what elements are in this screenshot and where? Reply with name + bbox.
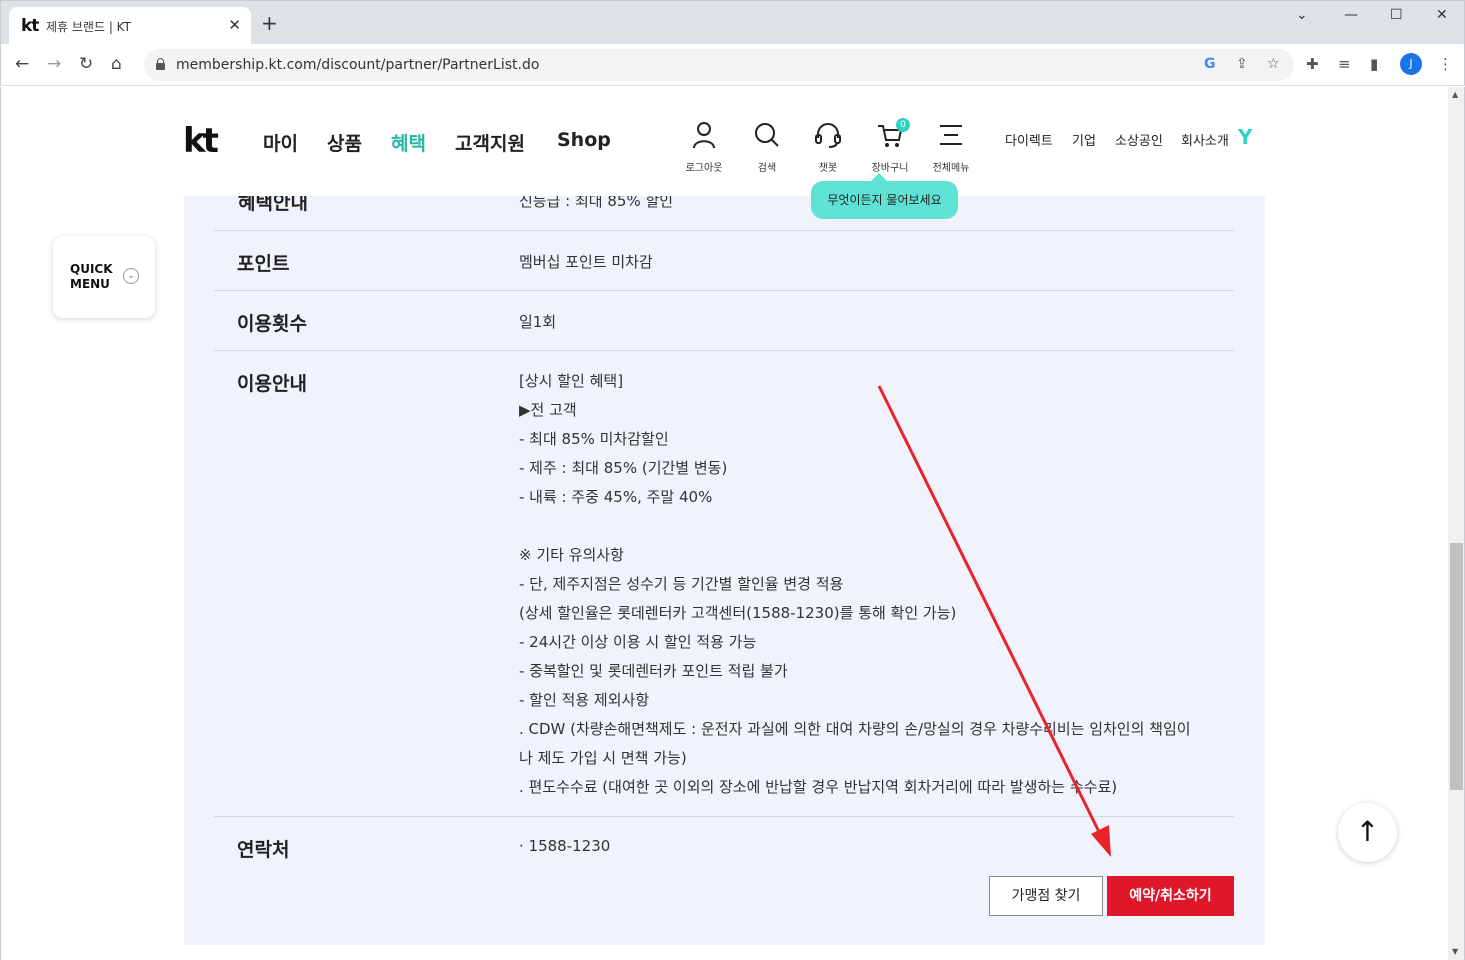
- row-label: 포인트: [237, 253, 290, 275]
- media-icon[interactable]: ≡: [1338, 55, 1351, 73]
- tab-title: 제휴 브랜드 | KT: [46, 20, 131, 34]
- scroll-to-top-button[interactable]: ↑: [1338, 803, 1397, 862]
- usage-guide-line: ▶전 고객: [519, 401, 577, 419]
- util-label: 로그아웃: [685, 163, 723, 174]
- lock-icon: [156, 58, 165, 70]
- link-small-business[interactable]: 소상공인: [1115, 130, 1163, 149]
- detail-row-contact: 연락처 · 1588-1230: [214, 816, 1234, 876]
- nav-my[interactable]: 마이: [263, 129, 298, 156]
- y-brand-logo[interactable]: Y: [1238, 125, 1252, 149]
- person-icon: [693, 122, 715, 149]
- browser-tab[interactable]: kt 제휴 브랜드 | KT ✕: [9, 7, 251, 45]
- close-window-icon[interactable]: ✕: [1436, 7, 1448, 23]
- detail-row-point: 포인트 멤버십 포인트 미차감: [214, 230, 1234, 290]
- row-label: 이용횟수: [237, 313, 307, 335]
- cart-count-badge: 0: [896, 118, 910, 132]
- minimize-icon[interactable]: —: [1344, 7, 1358, 23]
- find-store-button[interactable]: 가맹점 찾기: [989, 876, 1103, 916]
- usage-guide-line: - 중복할인 및 롯데렌터카 포인트 적립 불가: [519, 662, 788, 680]
- maximize-icon[interactable]: ☐: [1390, 7, 1403, 23]
- detail-row-usage-guide: 이용안내 [상시 할인 혜택] ▶전 고객 - 최대 85% 미차감할인 - 제주 :…: [214, 350, 1234, 816]
- chevron-down-icon: ⌄: [123, 268, 139, 284]
- usage-guide-line: ※ 기타 유의사항: [519, 546, 624, 564]
- kt-favicon-icon: kt: [21, 16, 39, 36]
- headset-icon: [815, 123, 841, 148]
- logout-button[interactable]: 로그아웃: [679, 121, 729, 174]
- scrollbar-thumb[interactable]: [1450, 543, 1463, 790]
- extensions-icon[interactable]: ✚: [1306, 55, 1319, 73]
- kt-logo[interactable]: kt: [183, 121, 219, 161]
- bookmark-star-icon[interactable]: ☆: [1267, 56, 1280, 72]
- side-panel-icon[interactable]: ▮: [1370, 55, 1378, 73]
- link-direct[interactable]: 다이렉트: [1005, 130, 1053, 149]
- usage-guide-line: - 할인 적용 제외사항: [519, 691, 650, 709]
- usage-guide-line: - 단, 제주지점은 성수기 등 기간별 할인율 변경 적용: [519, 575, 844, 593]
- reserve-cancel-button[interactable]: 예약/취소하기: [1107, 876, 1234, 916]
- scroll-down-icon[interactable]: ▼: [1452, 947, 1458, 956]
- link-enterprise[interactable]: 기업: [1072, 130, 1096, 149]
- contact-phone: · 1588-1230: [519, 837, 611, 855]
- all-menu-button[interactable]: 전체메뉴: [926, 121, 976, 174]
- usage-guide-line: - 24시간 이상 이용 시 할인 적용 가능: [519, 633, 757, 651]
- usage-guide-line: [519, 512, 1191, 541]
- browser-menu-icon[interactable]: ⋮: [1438, 55, 1453, 73]
- scroll-up-icon[interactable]: ▲: [1452, 90, 1458, 99]
- share-icon[interactable]: ⇪: [1236, 56, 1248, 72]
- browser-tab-strip: kt 제휴 브랜드 | KT ✕ + ⌄ — ☐ ✕: [0, 0, 1465, 45]
- row-value: 멤버십 포인트 미차감: [519, 253, 653, 271]
- link-company[interactable]: 회사소개: [1181, 130, 1229, 149]
- nav-benefits[interactable]: 혜택: [391, 129, 426, 156]
- util-label: 전체메뉴: [932, 163, 970, 174]
- new-tab-icon[interactable]: +: [261, 13, 278, 33]
- usage-guide-line: - 최대 85% 미차감할인: [519, 430, 669, 448]
- google-icon[interactable]: G: [1204, 56, 1216, 72]
- back-icon[interactable]: ←: [15, 54, 29, 74]
- usage-guide-line: - 제주 : 최대 85% (기간별 변동): [519, 459, 728, 477]
- quick-menu[interactable]: QUICK MENU ⌄: [53, 236, 155, 318]
- usage-guide-line: - 내륙 : 주중 45%, 주말 40%: [519, 488, 713, 506]
- menu-icon: [940, 125, 962, 145]
- row-value: 일1회: [519, 313, 557, 331]
- reload-icon[interactable]: ↻: [79, 54, 93, 74]
- row-label: 연락처: [237, 839, 290, 861]
- nav-shop[interactable]: Shop: [557, 129, 611, 151]
- nav-customer-support[interactable]: 고객지원: [455, 129, 525, 156]
- util-label: 챗봇: [818, 163, 838, 174]
- home-icon[interactable]: ⌂: [111, 54, 122, 74]
- chatbot-button[interactable]: 챗봇: [803, 121, 853, 174]
- search-button[interactable]: 검색: [742, 121, 792, 174]
- search-icon: [755, 123, 779, 147]
- util-label: 검색: [757, 163, 777, 174]
- usage-guide-line: (상세 할인율은 롯데렌터카 고객센터(1588-1230)를 통해 확인 가능…: [519, 604, 957, 622]
- usage-guide-line: 나 제도 가입 시 면책 가능): [519, 749, 687, 767]
- browser-toolbar: ← → ↻ ⌂ membership.kt.com/discount/partn…: [0, 44, 1465, 86]
- close-tab-icon[interactable]: ✕: [228, 16, 241, 34]
- util-label: 장바구니: [871, 163, 909, 174]
- site-header: kt 마이 상품 혜택 고객지원 Shop 로그아웃 검색 챗봇 0 장바구니 …: [1, 87, 1448, 196]
- profile-avatar[interactable]: J: [1400, 53, 1422, 75]
- row-label: 이용안내: [237, 373, 307, 395]
- usage-guide-line: . 편도수수료 (대여한 곳 이외의 장소에 반납할 경우 반납지역 회차거리에…: [519, 778, 1118, 796]
- usage-guide-line: . CDW (차량손해면책제도 : 운전자 과실에 의한 대여 차량의 손/망실…: [519, 720, 1191, 738]
- address-bar[interactable]: membership.kt.com/discount/partner/Partn…: [144, 49, 1294, 81]
- url-text: membership.kt.com/discount/partner/Partn…: [176, 57, 540, 73]
- detail-row-usage-count: 이용횟수 일1회: [214, 290, 1234, 350]
- chatbot-tooltip[interactable]: 무엇이든지 물어보세요: [811, 173, 958, 219]
- page-scrollbar[interactable]: ▲ ▼: [1448, 87, 1465, 960]
- cart-button[interactable]: 0 장바구니: [865, 118, 915, 174]
- forward-icon[interactable]: →: [47, 54, 61, 74]
- tab-search-icon[interactable]: ⌄: [1296, 7, 1308, 23]
- usage-guide-line: [상시 할인 혜택]: [519, 372, 624, 390]
- usage-guide-text: [상시 할인 혜택] ▶전 고객 - 최대 85% 미차감할인 - 제주 : 최대 8…: [519, 367, 1191, 802]
- quick-menu-label: QUICK MENU: [70, 262, 113, 291]
- nav-products[interactable]: 상품: [327, 129, 362, 156]
- page-viewport: 혜택안내 신등급 : 최대 85% 할인 포인트 멤버십 포인트 미차감 이용횟…: [0, 87, 1448, 960]
